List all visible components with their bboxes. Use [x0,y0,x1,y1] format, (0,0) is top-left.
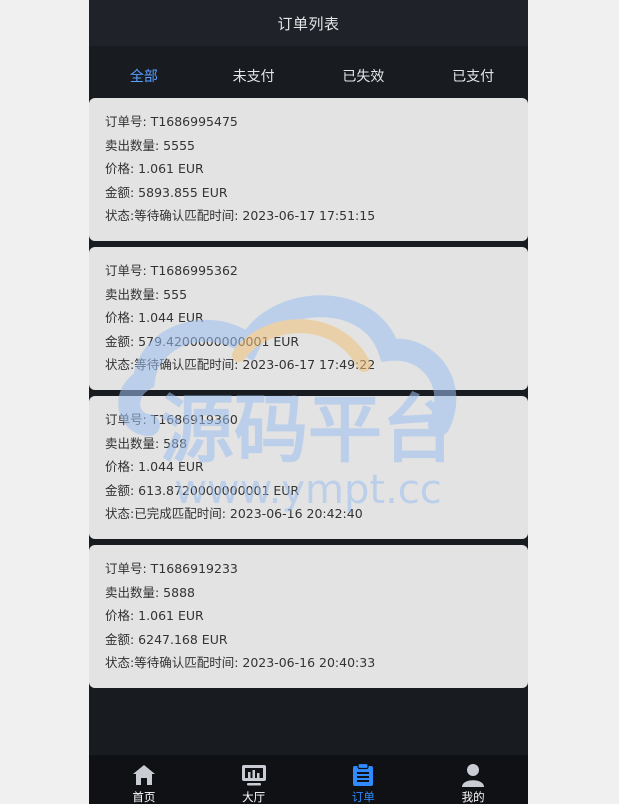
tab-expired[interactable]: 已失效 [309,66,419,86]
phone-screen: 订单列表 全部 未支付 已失效 已支付 订单号: T1686995475 卖出数… [89,0,528,804]
home-icon [131,762,157,788]
order-price: 价格: 1.044 EUR [105,310,204,325]
order-amount: 金额: 613.8720000000001 EUR [105,482,300,498]
page-title: 订单列表 [277,14,340,33]
order-price: 价格: 1.061 EUR [105,161,204,176]
order-status: 状态:已完成匹配时间: 2023-06-16 20:42:40 [105,506,363,521]
order-card[interactable]: 订单号: T1686995475 卖出数量: 5555 价格: 1.061 EU… [89,98,528,241]
sell-quantity: 卖出数量: 555 [105,286,188,302]
tabbar-label: 订单 [351,790,375,804]
order-number: 订单号: T1686995362 [105,263,238,278]
tabbar-hall[interactable]: 大厅 [199,755,309,804]
user-icon [460,762,486,788]
sell-quantity: 卖出数量: 5888 [105,584,195,600]
tabbar-orders[interactable]: 订单 [309,755,419,804]
tab-paid[interactable]: 已支付 [418,66,528,86]
sell-quantity: 卖出数量: 588 [105,435,188,451]
order-price: 价格: 1.044 EUR [105,459,204,474]
order-number: 订单号: T1686995475 [105,114,238,129]
tabbar-mine[interactable]: 我的 [418,755,528,804]
order-card[interactable]: 订单号: T1686919360 卖出数量: 588 价格: 1.044 EUR… [89,396,528,539]
order-status: 状态:等待确认匹配时间: 2023-06-16 20:40:33 [105,655,376,670]
order-number: 订单号: T1686919360 [105,412,238,427]
tabbar-home[interactable]: 首页 [89,755,199,804]
top-header: 订单列表 [89,0,528,46]
order-card[interactable]: 订单号: T1686995362 卖出数量: 555 价格: 1.044 EUR… [89,247,528,390]
tabbar-label: 我的 [461,790,485,804]
bottom-tabbar: 首页 大厅 订单 我的 [89,755,528,804]
order-status: 状态:等待确认匹配时间: 2023-06-17 17:51:15 [105,208,376,223]
order-amount: 金额: 6247.168 EUR [105,631,228,647]
tabbar-label: 大厅 [242,790,266,804]
sell-quantity: 卖出数量: 5555 [105,137,195,153]
order-number: 订单号: T1686919233 [105,561,238,576]
order-filter-tabs: 全部 未支付 已失效 已支付 [89,54,528,98]
chart-board-icon [241,762,267,788]
order-amount: 金额: 5893.855 EUR [105,184,228,200]
order-list-icon [350,762,376,788]
order-amount: 金额: 579.4200000000001 EUR [105,333,300,349]
order-status: 状态:等待确认匹配时间: 2023-06-17 17:49:22 [105,357,376,372]
tabbar-label: 首页 [132,790,156,804]
tab-unpaid[interactable]: 未支付 [199,66,309,86]
order-price: 价格: 1.061 EUR [105,608,204,623]
order-card[interactable]: 订单号: T1686919233 卖出数量: 5888 价格: 1.061 EU… [89,545,528,688]
tab-all[interactable]: 全部 [89,66,199,86]
